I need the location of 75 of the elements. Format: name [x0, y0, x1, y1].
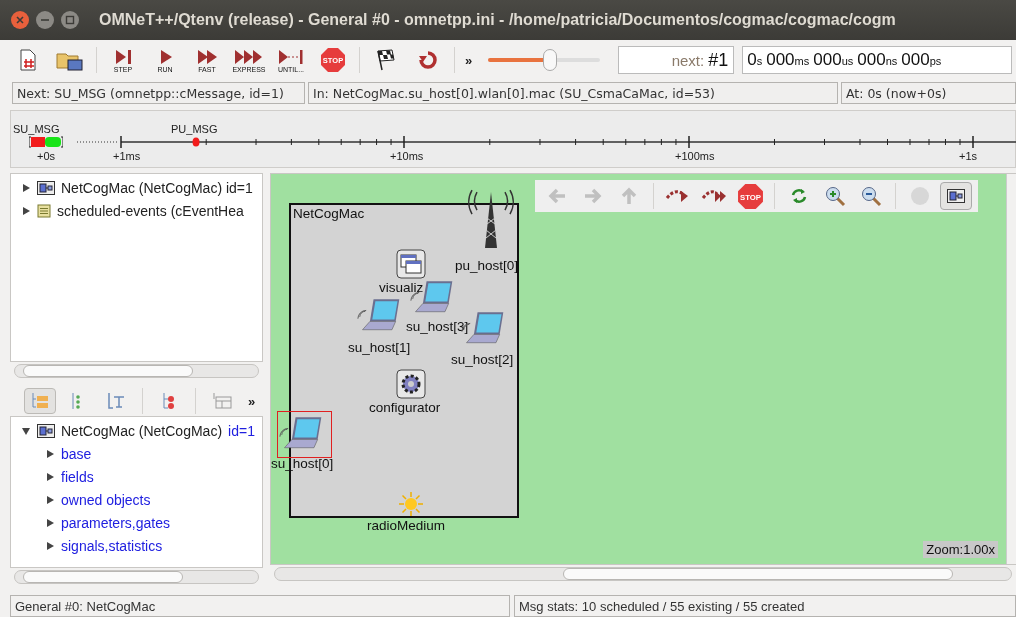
status-text: General #0: NetCogMac: [10, 595, 510, 617]
tree-item[interactable]: base: [61, 446, 92, 462]
refresh-icon: [790, 187, 808, 205]
fast-forward-icon: [195, 47, 219, 66]
maximize-button[interactable]: [60, 10, 80, 30]
message-label: PU_MSG: [171, 123, 218, 135]
slider-handle[interactable]: [542, 49, 557, 71]
module-icon: [37, 181, 55, 195]
tree-item[interactable]: scheduled-events (cEventHea: [57, 203, 244, 219]
expand-arrow-icon[interactable]: [21, 426, 31, 436]
zoom-level: Zoom:1.00x: [923, 541, 998, 558]
node-label: configurator: [369, 400, 441, 415]
horizontal-scrollbar[interactable]: [14, 364, 259, 378]
expand-arrow-icon[interactable]: [45, 495, 55, 505]
tree-item[interactable]: NetCogMac (NetCogMac) id=1: [61, 180, 253, 196]
tree-item[interactable]: signals,statistics: [61, 538, 163, 554]
info-field: Next: SU_MSG (omnetpp::cMessage, id=1): [12, 82, 305, 104]
tick-label: +10ms: [390, 150, 424, 162]
expand-arrow-icon[interactable]: [45, 472, 55, 482]
back-arrow-icon: [547, 186, 567, 206]
node-label: su_host[1]: [348, 340, 411, 355]
expand-arrow-icon[interactable]: [45, 518, 55, 528]
tick-label: +1ms: [113, 150, 141, 162]
window-title: OMNeT++/Qtenv (release) - General #0 - omnetpp.ini - /home/patricia/Documentos/cogmac/cogmac/cogm: [99, 11, 896, 29]
module-icon: [37, 424, 55, 438]
expand-arrow-icon[interactable]: [45, 541, 55, 551]
object-id: id=1: [228, 423, 255, 439]
module-icon: [947, 189, 965, 203]
restart-icon: [418, 50, 438, 70]
message-label: SU_MSG: [13, 123, 60, 135]
tick-label: +1s: [959, 150, 978, 162]
forward-arrow-icon: [583, 186, 603, 206]
express-icon: [234, 47, 264, 66]
horizontal-scrollbar[interactable]: [14, 570, 259, 584]
folder-tree-icon: [30, 391, 50, 411]
document-icon: [19, 49, 37, 71]
grouped-tree-icon: [161, 391, 177, 411]
node-label: radioMedium: [367, 518, 446, 533]
expand-arrow-icon[interactable]: [21, 206, 31, 216]
more-button[interactable]: »: [461, 52, 477, 68]
event-number-field: next: #1: [618, 46, 735, 74]
table-icon: [211, 392, 233, 410]
checkered-flag-icon: [374, 48, 398, 72]
expand-arrow-icon[interactable]: [21, 183, 31, 193]
network-name: NetCogMac: [293, 206, 365, 221]
zoom-in-icon: [824, 185, 846, 207]
tree-item[interactable]: parameters,gates: [61, 515, 170, 531]
simulation-time-field: 0s 000ms 000us 000ns 000ps: [742, 46, 1012, 74]
zoom-out-icon: [860, 185, 882, 207]
node-label: visualiz: [379, 280, 424, 295]
event-list-icon: [37, 204, 51, 218]
info-field: In: NetCogMac.su_host[0].wlan[0].mac (SU_CsmaCaMac, id=53): [308, 82, 838, 104]
module-button[interactable]: [940, 182, 972, 210]
dotted-fast-arrow-icon: [701, 188, 727, 204]
tick-label: +0s: [37, 150, 56, 162]
message-marker: [29, 136, 63, 148]
expand-arrow-icon[interactable]: [45, 449, 55, 459]
message-marker: [192, 137, 200, 147]
run-until-icon: [277, 47, 305, 66]
minimize-button[interactable]: [35, 10, 55, 30]
node-label: pu_host[0]: [455, 258, 519, 273]
inheritance-tree-icon: [106, 391, 126, 411]
info-field: At: 0s (now+0s): [841, 82, 1016, 104]
tree-item[interactable]: owned objects: [61, 492, 151, 508]
circle-icon: [910, 186, 930, 206]
status-text: Msg stats: 10 scheduled / 55 existing / 55 created: [514, 595, 1016, 617]
node-label: su_host[2]: [451, 352, 514, 367]
close-button[interactable]: [10, 10, 30, 30]
tick-label: +100ms: [675, 150, 715, 162]
tree-item[interactable]: fields: [61, 469, 94, 485]
up-arrow-icon: [619, 186, 639, 206]
more-button[interactable]: »: [244, 393, 260, 409]
horizontal-scrollbar[interactable]: [274, 567, 1012, 581]
node-label: su_host[3]: [406, 319, 469, 334]
tree-item[interactable]: NetCogMac (NetCogMac): [61, 423, 223, 439]
